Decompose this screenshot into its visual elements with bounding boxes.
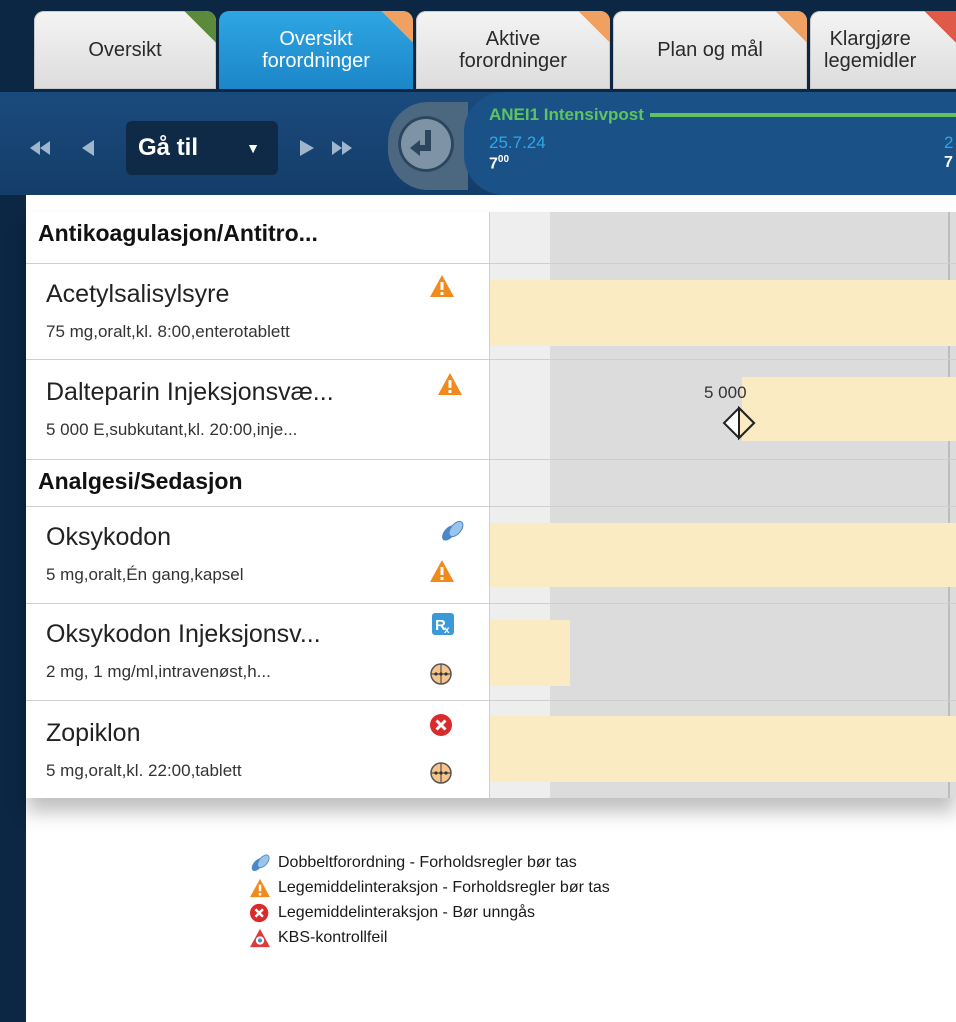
drug-detail: 5 000 E,subkutant,kl. 20:00,inje... <box>46 420 298 439</box>
legend-text: Legemiddelinteraksjon - Forholdsregler b… <box>278 878 610 896</box>
row-divider <box>490 700 956 701</box>
goto-label: Gå til <box>138 134 199 161</box>
tab-label: Oversikt forordninger <box>262 28 370 72</box>
legend-item: Dobbeltforordning - Forholdsregler bør t… <box>248 850 610 875</box>
tab-oversikt-forordninger[interactable]: Oversikt forordninger <box>219 11 413 89</box>
row-divider <box>490 459 956 460</box>
rx-icon[interactable]: R x <box>431 612 457 636</box>
tab-label: Klargjøre legemidler <box>824 28 917 72</box>
tab-corner-marker <box>576 11 610 45</box>
drug-name: Oksykodon <box>46 523 172 551</box>
administration-band[interactable] <box>490 523 956 587</box>
dose-marker-label: 5 000 <box>704 383 747 402</box>
drug-detail: 75 mg,oralt,kl. 8:00,enterotablett <box>46 322 290 341</box>
drug-detail: 5 mg,oralt,kl. 22:00,tablett <box>46 761 242 780</box>
timeline-date: 25.7.24 <box>489 133 546 152</box>
tab-label: Aktive forordninger <box>459 28 567 72</box>
medication-row[interactable]: Oksykodon Injeksjonsv... 2 mg, 1 mg/ml,i… <box>26 604 490 701</box>
timeline-location: ANEI1 Intensivpost <box>489 105 644 124</box>
timeline-time: 700 <box>489 154 510 173</box>
prn-icon[interactable] <box>429 662 455 686</box>
tab-label: Plan og mål <box>657 39 763 61</box>
tab-oversikt[interactable]: Oversikt <box>34 11 216 89</box>
double-pill-icon[interactable] <box>439 519 465 543</box>
legend-text: Legemiddelinteraksjon - Bør unngås <box>278 903 536 921</box>
section-title: Analgesi/Sedasjon <box>38 468 243 494</box>
section-header: Analgesi/Sedasjon <box>26 460 490 507</box>
forward-icon[interactable] <box>296 138 326 158</box>
prn-icon[interactable] <box>429 761 455 785</box>
tab-label: Oversikt <box>88 39 162 61</box>
legend-item: Legemiddelinteraksjon - Bør unngås <box>248 900 610 925</box>
tab-corner-marker <box>773 11 807 45</box>
tab-klargjore-legemidler[interactable]: Klargjøre legemidler <box>810 11 956 89</box>
row-divider <box>490 359 956 360</box>
row-divider <box>490 263 956 264</box>
tab-corner-marker <box>922 11 956 45</box>
administration-band[interactable] <box>490 620 570 686</box>
warning-icon[interactable] <box>437 372 463 396</box>
medication-row[interactable]: Dalteparin Injeksjonsvæ... 5 000 E,subku… <box>26 360 490 460</box>
drug-name: Oksykodon Injeksjonsv... <box>46 620 321 648</box>
legend-text: KBS-kontrollfeil <box>278 928 388 946</box>
medication-row[interactable]: Oksykodon 5 mg,oralt,Én gang,kapsel <box>26 507 490 604</box>
tab-plan-og-mal[interactable]: Plan og mål <box>613 11 807 89</box>
icon-legend: Dobbeltforordning - Forholdsregler bør t… <box>248 850 610 950</box>
drug-name: Zopiklon <box>46 719 141 747</box>
medication-row[interactable]: Acetylsalisylsyre 75 mg,oralt,kl. 8:00,e… <box>26 264 490 360</box>
drug-detail: 5 mg,oralt,Én gang,kapsel <box>46 565 244 584</box>
drug-detail: 2 mg, 1 mg/ml,intravenøst,h... <box>46 662 271 681</box>
section-title: Antikoagulasjon/Antitro... <box>38 220 318 246</box>
rewind-icon[interactable] <box>30 138 70 158</box>
chevron-down-icon: ▼ <box>246 140 260 156</box>
drug-name: Acetylsalisylsyre <box>46 280 230 308</box>
double-pill-icon <box>251 854 270 871</box>
tab-corner-marker <box>182 11 216 45</box>
svg-text:x: x <box>444 625 450 636</box>
timeline-date-next: 2 <box>944 133 954 152</box>
legend-text: Dobbeltforordning - Forholdsregler bør t… <box>278 853 577 871</box>
administration-band[interactable] <box>490 280 956 346</box>
tab-corner-marker <box>379 11 413 45</box>
drug-name: Dalteparin Injeksjonsvæ... <box>46 378 334 406</box>
administration-band[interactable] <box>742 377 956 441</box>
dose-diamond-icon[interactable] <box>722 406 756 440</box>
legend-item: Legemiddelinteraksjon - Forholdsregler b… <box>248 875 610 900</box>
legend-item: KBS-kontrollfeil <box>248 925 610 950</box>
timeline-time-next: 7 <box>944 154 953 171</box>
timeline-stay-bar <box>650 113 956 117</box>
tab-aktive-forordninger[interactable]: Aktive forordninger <box>416 11 610 89</box>
kbs-error-icon <box>250 928 270 947</box>
administration-band[interactable] <box>490 716 956 782</box>
back-icon[interactable] <box>70 138 110 158</box>
warning-icon[interactable] <box>429 274 455 298</box>
goto-dropdown[interactable]: Gå til ▼ <box>126 121 278 175</box>
medication-row[interactable]: Zopiklon 5 mg,oralt,kl. 22:00,tablett <box>26 701 490 798</box>
stop-icon[interactable] <box>429 713 455 737</box>
fast-forward-icon[interactable] <box>330 138 370 158</box>
warning-icon <box>250 878 270 897</box>
row-divider <box>490 603 956 604</box>
warning-icon[interactable] <box>429 559 455 583</box>
return-arrow-icon <box>398 116 454 172</box>
stop-icon <box>250 903 269 922</box>
row-divider <box>490 506 956 507</box>
section-header: Antikoagulasjon/Antitro... <box>26 212 490 264</box>
